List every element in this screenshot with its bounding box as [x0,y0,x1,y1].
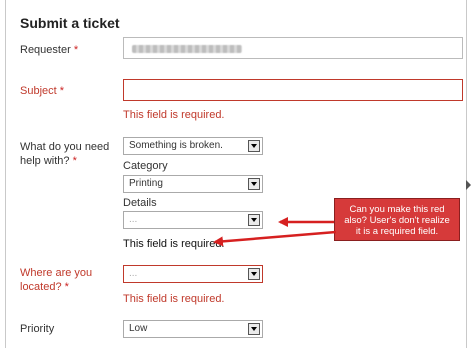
cursor-icon [466,180,471,190]
arrow-to-details-error [213,230,337,247]
ticket-form-screenshot: Submit a ticket Requester * Subject * Th… [0,0,474,348]
annotation-arrows [213,217,337,247]
